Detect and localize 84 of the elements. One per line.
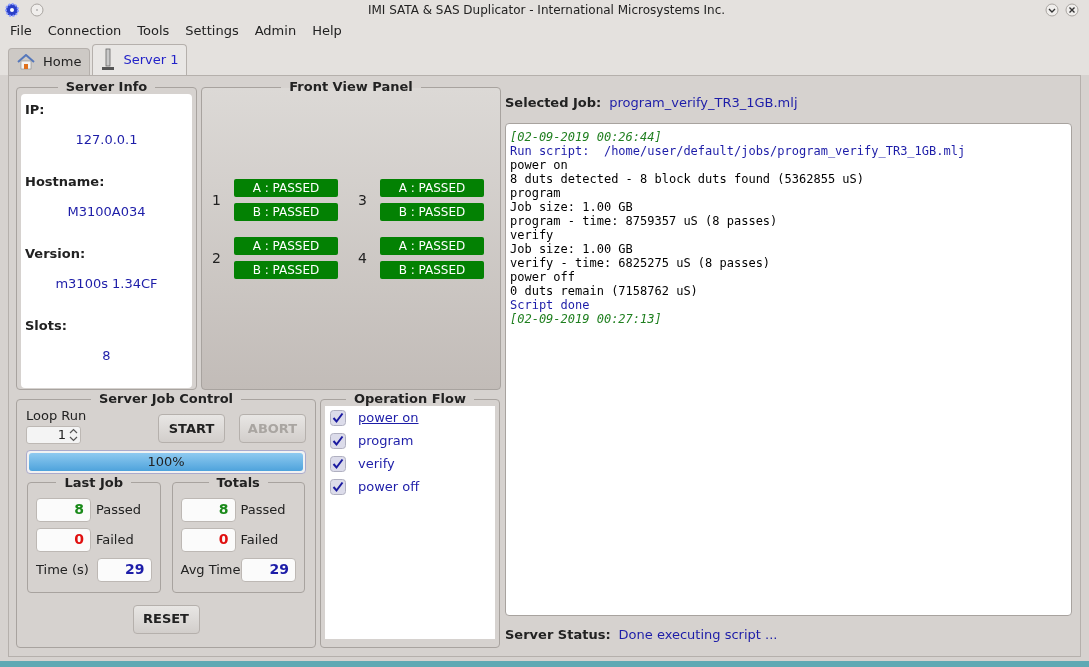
tab[interactable]: Server 1	[92, 44, 188, 75]
passed-count: 8	[180, 497, 236, 522]
passed-label: Passed	[96, 500, 142, 519]
operation-item[interactable]: power on	[330, 409, 495, 427]
field-value: 8	[101, 346, 112, 365]
server-status-value: Done executing script ...	[618, 626, 778, 644]
port-status: A : PASSED	[234, 179, 338, 197]
checkbox[interactable]	[330, 479, 346, 495]
group-title: Totals	[215, 475, 261, 490]
log-line: 0 duts remain (7158762 uS)	[510, 284, 699, 298]
log-line: [02-09-2019 00:26:44]	[510, 130, 663, 144]
group-title: Server Job Control	[97, 392, 235, 406]
tab[interactable]: Home	[8, 48, 91, 75]
slot-number: 3	[358, 190, 368, 210]
time-value: 29	[241, 557, 296, 582]
failed-label: Failed	[96, 530, 134, 549]
server-status-label: Server Status:	[505, 626, 611, 644]
log-line: Run script: /home/user/default/jobs/program_verify_TR3_1GB.mlj	[510, 144, 967, 158]
passed-label: Passed	[240, 500, 286, 519]
log-line: verify	[510, 228, 555, 242]
menu-item[interactable]: Help	[306, 21, 348, 41]
loop-run-label: Loop Run	[26, 407, 87, 425]
field-value: M3100A034	[66, 202, 147, 221]
log-line: Job size: 1.00 GB	[510, 200, 634, 214]
reset-button[interactable]: RESET	[132, 604, 200, 634]
window-title: IMI SATA & SAS Duplicator - International Microsystems Inc.	[366, 2, 727, 19]
menu-item[interactable]: Settings	[179, 21, 245, 41]
slot-number: 4	[358, 248, 368, 268]
port-status: A : PASSED	[380, 237, 484, 255]
log-line: Job size: 1.00 GB	[510, 242, 634, 256]
failed-count: 0	[36, 527, 91, 552]
spin-arrows-icon	[69, 427, 78, 442]
group-title: Last Job	[63, 475, 125, 490]
log-line: Script done	[510, 298, 591, 312]
app-logo-icon	[4, 2, 20, 18]
selected-job-value: program_verify_TR3_1GB.mlj	[609, 94, 798, 113]
slot-number: 1	[212, 190, 222, 210]
operation-item[interactable]: power off	[330, 478, 495, 496]
failed-label: Failed	[240, 530, 279, 549]
group-title: Operation Flow	[353, 392, 467, 406]
checkbox[interactable]	[330, 410, 346, 426]
selected-job-label: Selected Job:	[505, 94, 602, 113]
house-icon	[17, 54, 35, 70]
port-status: B : PASSED	[234, 261, 338, 279]
log-line: [02-09-2019 00:27:13]	[510, 312, 663, 326]
menu-item[interactable]: Connection	[41, 21, 128, 41]
log-line: verify - time: 6825275 uS (8 passes)	[510, 256, 772, 270]
log-line: power off	[510, 270, 577, 284]
time-value: 29	[96, 557, 152, 582]
checkbox[interactable]	[330, 456, 346, 472]
port-status: B : PASSED	[380, 261, 484, 279]
checkbox[interactable]	[330, 433, 346, 449]
menu-item[interactable]: File	[4, 21, 38, 41]
operation-item[interactable]: verify	[330, 455, 495, 473]
log-line: program	[510, 186, 562, 200]
port-status: A : PASSED	[380, 179, 484, 197]
group-title: Server Info	[64, 80, 149, 94]
port-status: A : PASSED	[234, 237, 338, 255]
field-label: IP:	[25, 101, 46, 119]
field-label: Slots:	[25, 317, 68, 335]
progress-text: 100%	[146, 452, 186, 471]
minimize-icon[interactable]	[1045, 3, 1059, 17]
log-line: power on	[510, 158, 569, 172]
field-label: Version:	[25, 245, 87, 263]
port-status: B : PASSED	[234, 203, 338, 221]
field-value: 127.0.0.1	[74, 130, 139, 149]
group-title: Front View Panel	[288, 80, 414, 94]
time-label: Time (s)	[36, 560, 89, 579]
log-line: program - time: 8759357 uS (8 passes)	[510, 214, 779, 228]
menu-item[interactable]: Tools	[131, 21, 176, 41]
failed-count: 0	[180, 527, 236, 552]
passed-count: 8	[36, 497, 91, 522]
loop-run-spinbox[interactable]: 1	[26, 425, 81, 444]
field-label: Hostname:	[25, 173, 106, 191]
field-value: m3100s 1.34CF	[54, 274, 159, 293]
time-label: Avg Time	[180, 560, 241, 579]
port-status: B : PASSED	[380, 203, 484, 221]
menu-item[interactable]: Admin	[248, 21, 303, 41]
slot-number: 2	[212, 248, 222, 268]
tower-icon	[101, 48, 116, 72]
operation-item[interactable]: program	[330, 432, 495, 450]
action-button[interactable]: START	[158, 414, 225, 443]
close-icon[interactable]	[1065, 3, 1079, 17]
log-line: 8 duts detected - 8 block duts found (5362855 uS)	[510, 172, 865, 186]
